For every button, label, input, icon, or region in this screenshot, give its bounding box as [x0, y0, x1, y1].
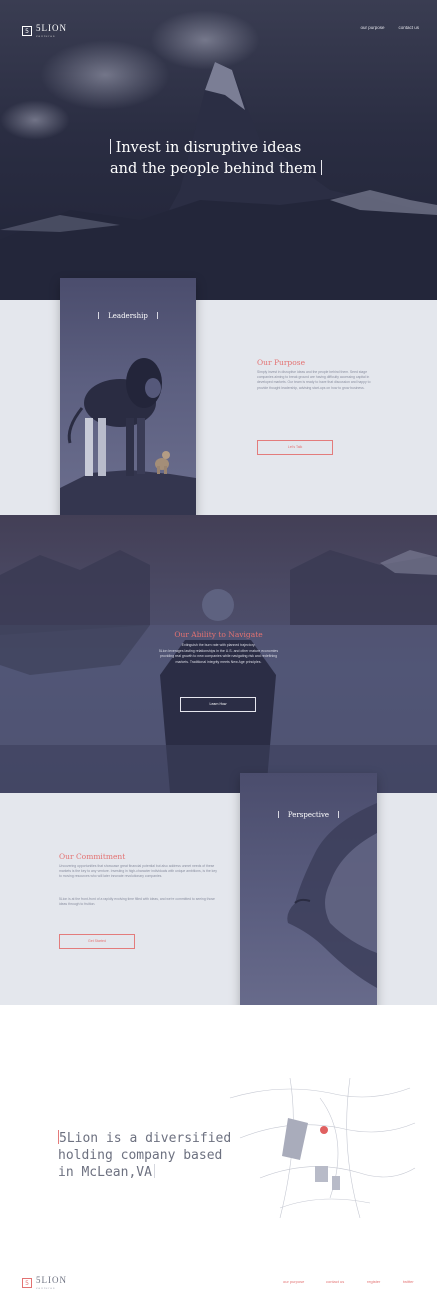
- footer-nav: our purpose contact us register twitter: [0, 1279, 437, 1287]
- hero-section: 5 5LION ventures our purpose contact us …: [0, 0, 437, 300]
- commitment-body-2: 5Lion is at the front-front of a rapidly…: [59, 897, 215, 907]
- divider: [338, 811, 340, 818]
- learn-how-button[interactable]: Learn How: [180, 697, 256, 712]
- title-bar-left: [110, 139, 111, 154]
- purpose-heading: Our Purpose: [257, 358, 306, 367]
- accent-bar-right: [153, 1164, 155, 1178]
- hero-title: Invest in disruptive ideas and the peopl…: [110, 138, 340, 180]
- perspective-card: Perspective: [240, 773, 377, 1029]
- about-line3: in McLean,VA: [58, 1165, 152, 1180]
- nav-contact-us[interactable]: contact us: [398, 25, 419, 30]
- commitment-body-1: Uncovering opportunities that showcase g…: [59, 864, 217, 879]
- nav-our-purpose[interactable]: our purpose: [360, 25, 384, 30]
- hero-title-line2: and the people behind them: [110, 161, 317, 177]
- top-nav: our purpose contact us: [360, 25, 419, 30]
- navigate-body-line: markets. Traditional integrity meets New…: [175, 659, 262, 664]
- navigate-heading: Our Ability to Navigate: [174, 630, 263, 639]
- hero-title-line1: Invest in disruptive ideas: [115, 140, 302, 156]
- brand-name: 5LION: [36, 23, 67, 33]
- brand-logo[interactable]: 5 5LION ventures: [22, 24, 67, 38]
- lets-talk-button[interactable]: Let's Talk: [257, 440, 333, 455]
- navigate-section: Our Ability to Navigate Extinguish the b…: [0, 515, 437, 793]
- title-bar-right: [321, 160, 323, 175]
- commitment-heading: Our Commitment: [59, 852, 126, 861]
- navigate-body: Extinguish the burn rate with planned tr…: [0, 643, 437, 665]
- about-line2: holding company based: [58, 1148, 223, 1163]
- footer-nav-contact-us[interactable]: contact us: [326, 1279, 344, 1284]
- lion-illustration: [60, 358, 196, 534]
- footer-nav-twitter[interactable]: twitter: [403, 1279, 414, 1284]
- get-started-button[interactable]: Get Started: [59, 934, 135, 949]
- footer-nav-register[interactable]: register: [367, 1279, 380, 1284]
- divider: [277, 811, 279, 818]
- leadership-card: Leadership: [60, 278, 196, 536]
- perspective-card-title: Perspective: [240, 811, 377, 819]
- footer-nav-our-purpose[interactable]: our purpose: [283, 1279, 304, 1284]
- about-line1: 5Lion is a diversified: [59, 1131, 232, 1146]
- perspective-label: Perspective: [287, 811, 330, 819]
- brand-tagline: ventures: [36, 34, 56, 38]
- location-pin-icon: [320, 1126, 328, 1134]
- about-statement: 5Lion is a diversified holding company b…: [58, 1130, 258, 1181]
- purpose-body: Simply invest in disruptive ideas and th…: [257, 370, 371, 390]
- logo-mark-icon: 5: [22, 26, 32, 36]
